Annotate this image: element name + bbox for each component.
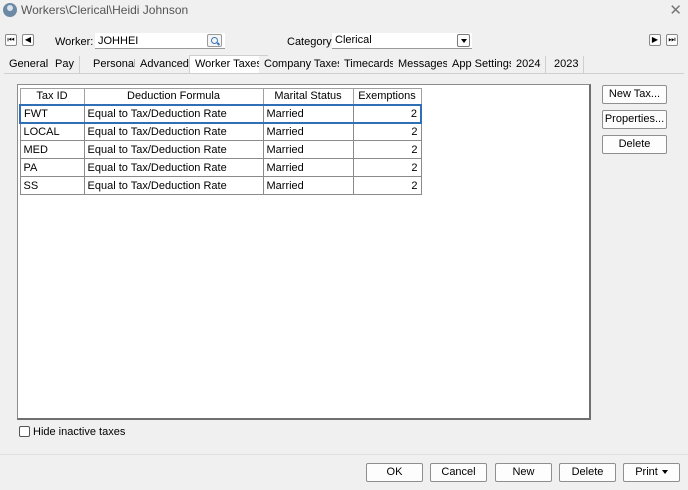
cell-deduction-formula: Equal to Tax/Deduction Rate [83,103,264,124]
chevron-down-icon [661,470,668,475]
cell-exemptions: 2 [352,103,422,124]
hide-inactive-checkbox[interactable] [19,426,30,437]
tab-general[interactable]: General [4,56,55,73]
cancel-button[interactable]: Cancel [430,463,487,482]
cell-marital-status: Married [262,158,354,177]
first-record-icon[interactable]: ⏮ [5,34,17,46]
cell-marital-status: Married [262,122,354,141]
print-label: Print [635,466,658,478]
search-icon[interactable] [207,34,222,47]
cell-tax-id: LOCAL [19,122,85,141]
next-record-icon[interactable]: ▶ [649,34,661,46]
new-button[interactable]: New [495,463,552,482]
tab-worker-taxes[interactable]: Worker Taxes [189,55,268,73]
worker-app-icon [3,3,17,17]
tab-messages[interactable]: Messages [393,56,455,73]
tax-table: Tax ID Deduction Formula Marital Status … [19,88,422,195]
cell-exemptions: 2 [352,140,422,159]
column-header-marital-status[interactable]: Marital Status [262,88,354,105]
cell-marital-status: Married [262,176,354,195]
tab-advanced[interactable]: Advanced [135,56,195,73]
table-row[interactable]: PA Equal to Tax/Deduction Rate Married 2 [19,158,422,177]
delete-tax-button[interactable]: Delete [602,135,667,154]
table-row[interactable]: LOCAL Equal to Tax/Deduction Rate Marrie… [19,122,422,141]
footer-divider [0,454,688,455]
cell-marital-status: Married [262,103,354,124]
cell-deduction-formula: Equal to Tax/Deduction Rate [83,122,264,141]
tab-2024[interactable]: 2024 [511,56,547,73]
tab-app-settings[interactable]: App Settings [447,56,521,73]
tab-timecards[interactable]: Timecards [339,56,401,73]
ok-button[interactable]: OK [366,463,423,482]
table-row[interactable]: MED Equal to Tax/Deduction Rate Married … [19,140,422,159]
cell-exemptions: 2 [352,176,422,195]
window-title: Workers\Clerical\Heidi Johnson [21,3,189,17]
worker-taxes-grid[interactable]: Tax ID Deduction Formula Marital Status … [17,84,591,420]
column-header-tax-id[interactable]: Tax ID [19,88,85,105]
worker-label: Worker: [55,36,94,48]
worker-input[interactable] [95,33,225,49]
cell-tax-id: FWT [19,103,85,124]
column-header-deduction-formula[interactable]: Deduction Formula [83,88,264,105]
cell-marital-status: Married [262,140,354,159]
print-button[interactable]: Print [623,463,680,482]
category-select[interactable]: Clerical [332,33,472,49]
hide-inactive-label: Hide inactive taxes [33,426,126,438]
last-record-icon[interactable]: ⏭ [666,34,678,46]
tab-2023[interactable]: 2023 [549,56,585,73]
column-header-exemptions[interactable]: Exemptions [352,88,422,105]
tab-divider [4,73,684,74]
cell-deduction-formula: Equal to Tax/Deduction Rate [83,140,264,159]
cell-exemptions: 2 [352,158,422,177]
table-row[interactable]: FWT Equal to Tax/Deduction Rate Married … [19,103,422,124]
cell-deduction-formula: Equal to Tax/Deduction Rate [83,176,264,195]
chevron-down-icon[interactable] [457,34,470,47]
category-value: Clerical [335,34,372,46]
previous-record-icon[interactable]: ◀ [22,34,34,46]
cell-tax-id: SS [19,176,85,195]
tab-pay[interactable]: Pay [50,56,80,73]
table-header-row: Tax ID Deduction Formula Marital Status … [19,88,422,105]
category-label: Category: [287,36,335,48]
table-row[interactable]: SS Equal to Tax/Deduction Rate Married 2 [19,176,422,195]
new-tax-button[interactable]: New Tax... [602,85,667,104]
properties-button[interactable]: Properties... [602,110,667,129]
cell-tax-id: MED [19,140,85,159]
close-icon[interactable]: ✕ [669,1,682,19]
cell-exemptions: 2 [352,122,422,141]
cell-tax-id: PA [19,158,85,177]
title-bar: Workers\Clerical\Heidi Johnson ✕ [0,0,688,22]
cell-deduction-formula: Equal to Tax/Deduction Rate [83,158,264,177]
delete-button[interactable]: Delete [559,463,616,482]
tab-company-taxes[interactable]: Company Taxes [259,56,349,73]
